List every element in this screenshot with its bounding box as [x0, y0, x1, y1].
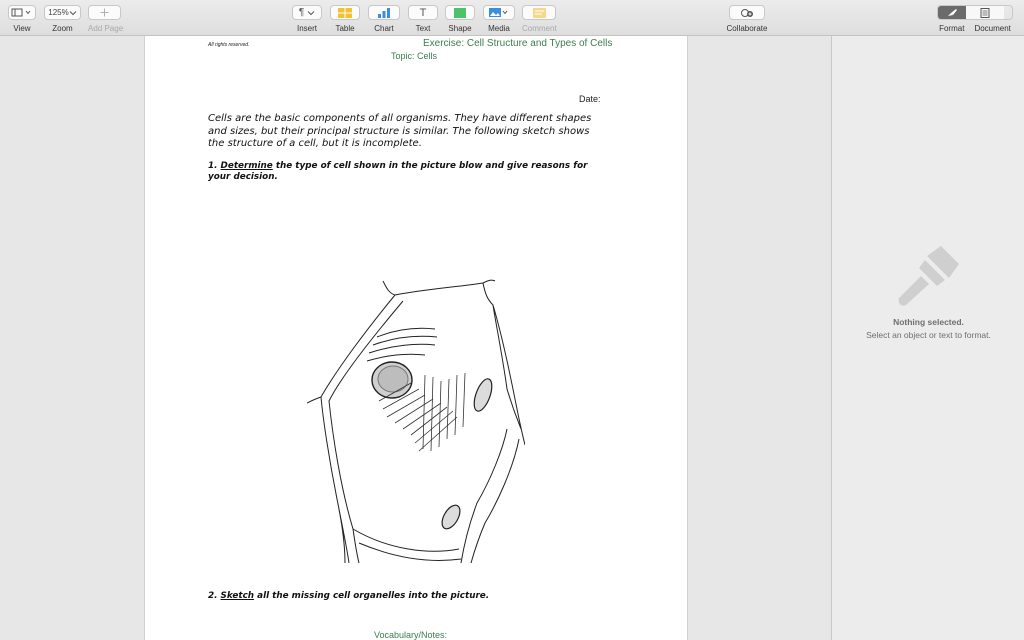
question-1: 1. Determine the type of cell shown in t…: [208, 161, 608, 183]
table-button[interactable]: Table: [330, 5, 360, 33]
format-label: Format: [939, 24, 965, 33]
inspector-tab-labels: Format Document: [937, 24, 1013, 33]
table-label: Table: [335, 24, 355, 33]
insert-button[interactable]: ¶ Insert: [292, 5, 322, 33]
comment-icon: [522, 5, 556, 20]
shape-label: Shape: [448, 24, 472, 33]
table-icon: [330, 5, 360, 20]
collaborate-button[interactable]: Collaborate: [722, 5, 772, 33]
chart-button[interactable]: Chart: [368, 5, 400, 33]
media-button[interactable]: Media: [483, 5, 515, 33]
add-icon: [88, 5, 121, 20]
document-label: Document: [974, 24, 1011, 33]
document-page[interactable]: All rights reserved. Exercise: Cell Stru…: [144, 36, 688, 640]
intro-paragraph: Cells are the basic components of all or…: [208, 113, 592, 149]
chevron-down-icon: [69, 10, 77, 15]
collaborate-icon: [729, 5, 765, 20]
zoom-label: Zoom: [52, 24, 73, 33]
view-icon: [8, 5, 36, 20]
shape-button[interactable]: Shape: [445, 5, 475, 33]
collaborate-label: Collaborate: [726, 24, 768, 33]
text-button[interactable]: T Text: [408, 5, 438, 33]
vocabulary-heading: Vocabulary/Notes:: [374, 630, 448, 640]
toolbar: View 125% Zoom Add Page ¶ Insert Table C…: [0, 0, 1024, 36]
date-label: Date:: [579, 94, 601, 104]
nothing-selected-title: Nothing selected.: [893, 317, 964, 327]
question-2: 2. Sketch all the missing cell organelle…: [208, 591, 608, 602]
format-inspector: Nothing selected. Select an object or te…: [831, 36, 1024, 640]
paragraph-icon: ¶: [292, 5, 322, 20]
comment-label: Comment: [522, 24, 557, 33]
inspector-switcher: Format Document: [937, 5, 1013, 33]
view-label: View: [13, 24, 31, 33]
add-page-button[interactable]: Add Page: [88, 5, 124, 33]
nothing-selected-subtitle: Select an object or text to format.: [866, 330, 991, 340]
text-icon: T: [408, 5, 438, 20]
zoom-value: 125%: [48, 8, 69, 17]
chart-label: Chart: [374, 24, 394, 33]
rights-notice: All rights reserved.: [208, 42, 250, 48]
question-1-number: 1.: [208, 161, 218, 171]
inspector-segmented-control: [937, 5, 1013, 20]
shape-icon: [445, 5, 475, 20]
plant-cell-sketch[interactable]: [307, 279, 525, 565]
paintbrush-icon: [898, 246, 959, 306]
text-label: Text: [415, 24, 431, 33]
zoom-field: 125%: [44, 5, 81, 20]
insert-label: Insert: [296, 24, 317, 33]
zoom-menu[interactable]: 125% Zoom: [44, 5, 81, 33]
topic-line: Topic: Cells: [391, 51, 438, 61]
question-2-verb: Sketch: [220, 591, 255, 601]
add-page-label: Add Page: [88, 24, 124, 33]
document-canvas[interactable]: All rights reserved. Exercise: Cell Stru…: [0, 36, 831, 640]
exercise-title: Exercise: Cell Structure and Types of Ce…: [423, 38, 613, 49]
document-icon: [980, 7, 990, 18]
document-tab[interactable]: [966, 6, 1004, 19]
question-2-text: all the missing cell organelles into the…: [254, 591, 490, 601]
view-button[interactable]: View: [8, 5, 36, 33]
media-icon: [483, 5, 515, 20]
question-1-verb: Determine: [220, 161, 273, 171]
paintbrush-icon: [948, 9, 957, 16]
comment-button[interactable]: Comment: [522, 5, 557, 33]
chart-icon: [368, 5, 400, 20]
media-label: Media: [488, 24, 510, 33]
question-2-number: 2.: [208, 591, 218, 601]
format-tab[interactable]: [938, 6, 966, 19]
